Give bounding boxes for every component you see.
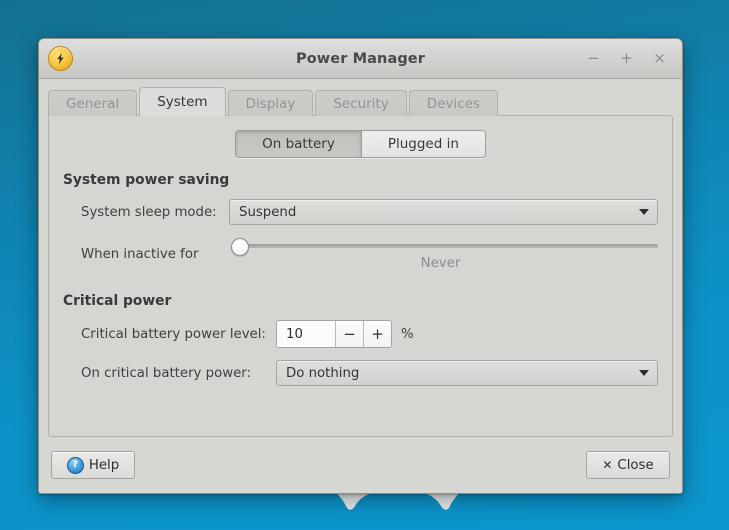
window-controls: − + × bbox=[585, 50, 674, 67]
on-critical-battery-power-combobox[interactable]: Do nothing bbox=[276, 360, 658, 386]
slider-handle[interactable] bbox=[231, 238, 249, 256]
chevron-down-icon bbox=[639, 209, 649, 215]
chevron-down-icon bbox=[639, 370, 649, 376]
tab-system-label: System bbox=[157, 94, 208, 110]
inactivity-slider-caption: Never bbox=[420, 256, 461, 271]
settings-notebook: General System Display Security Devices … bbox=[39, 79, 682, 437]
critical-battery-level-stepper[interactable]: 10 − + bbox=[276, 320, 392, 348]
tab-general[interactable]: General bbox=[48, 90, 138, 116]
system-sleep-mode-value: Suspend bbox=[239, 204, 297, 220]
power-source-toggle-wrap: On battery Plugged in bbox=[63, 130, 658, 158]
on-critical-battery-power-value: Do nothing bbox=[286, 365, 360, 381]
power-manager-window: Power Manager − + × General System Displ… bbox=[38, 38, 683, 494]
toggle-on-battery[interactable]: On battery bbox=[236, 131, 361, 157]
tab-strip: General System Display Security Devices bbox=[48, 87, 673, 116]
help-button[interactable]: ? Help bbox=[51, 451, 135, 479]
inactivity-slider-area: Never bbox=[231, 237, 658, 271]
tab-display-label: Display bbox=[245, 95, 296, 112]
inactivity-slider[interactable] bbox=[231, 237, 658, 256]
row-on-critical-battery-power: On critical battery power: Do nothing bbox=[63, 360, 658, 386]
close-button[interactable]: ✕ Close bbox=[586, 451, 670, 479]
critical-battery-level-input[interactable]: 10 bbox=[277, 321, 335, 347]
decrement-button[interactable]: − bbox=[335, 321, 363, 347]
critical-battery-level-label: Critical battery power level: bbox=[81, 326, 266, 342]
tab-devices-label: Devices bbox=[426, 95, 480, 112]
system-sleep-mode-combobox[interactable]: Suspend bbox=[229, 199, 658, 225]
help-button-label: Help bbox=[88, 457, 120, 473]
tab-devices[interactable]: Devices bbox=[408, 90, 498, 116]
row-system-sleep-mode: System sleep mode: Suspend bbox=[63, 199, 658, 225]
window-titlebar[interactable]: Power Manager − + × bbox=[39, 39, 682, 79]
help-circle-icon: ? bbox=[66, 456, 84, 474]
row-critical-battery-level: Critical battery power level: 10 − + % bbox=[63, 320, 658, 348]
tab-general-label: General bbox=[66, 95, 120, 112]
tab-display[interactable]: Display bbox=[227, 90, 314, 116]
dialog-action-bar: ? Help ✕ Close bbox=[39, 437, 682, 493]
close-button-label: Close bbox=[617, 457, 654, 473]
section-title-critical-power: Critical power bbox=[63, 293, 172, 309]
tab-security[interactable]: Security bbox=[315, 90, 407, 116]
increment-button[interactable]: + bbox=[363, 321, 391, 347]
minimize-button[interactable]: − bbox=[585, 50, 602, 67]
tab-security-label: Security bbox=[333, 95, 389, 112]
when-inactive-for-label: When inactive for bbox=[81, 246, 199, 262]
lightning-bolt-icon bbox=[48, 46, 73, 71]
percent-unit-label: % bbox=[401, 326, 414, 342]
close-window-button[interactable]: × bbox=[651, 50, 668, 67]
close-x-icon: ✕ bbox=[602, 458, 613, 472]
section-title-system-power-saving: System power saving bbox=[63, 172, 230, 188]
on-critical-battery-power-label: On critical battery power: bbox=[81, 365, 251, 381]
power-source-toggle: On battery Plugged in bbox=[235, 130, 486, 158]
system-tab-panel: On battery Plugged in System power savin… bbox=[48, 115, 673, 437]
system-sleep-mode-label: System sleep mode: bbox=[81, 204, 217, 220]
row-when-inactive-for: When inactive for Never bbox=[63, 237, 658, 271]
maximize-button[interactable]: + bbox=[618, 50, 635, 67]
tab-system[interactable]: System bbox=[139, 87, 226, 116]
toggle-plugged-in[interactable]: Plugged in bbox=[360, 131, 485, 157]
slider-track bbox=[239, 244, 658, 248]
